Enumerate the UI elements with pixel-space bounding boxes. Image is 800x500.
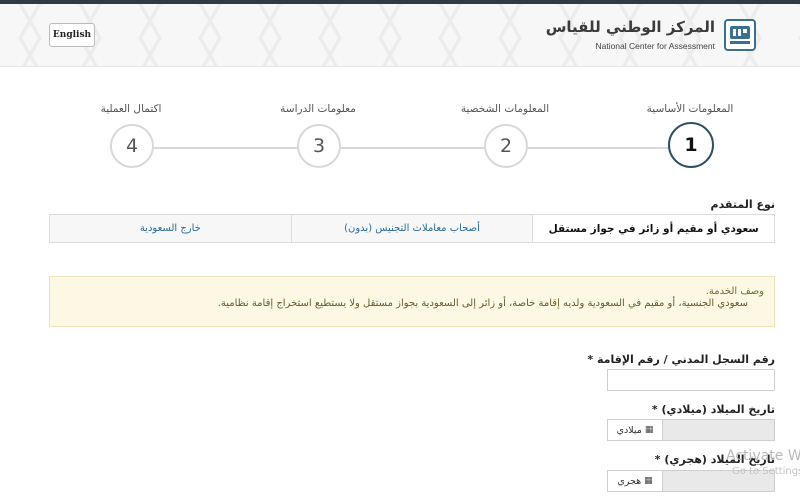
language-toggle-button[interactable]: English bbox=[49, 23, 95, 47]
id-number-label: رقم السجل المدني / رقم الإقامة * bbox=[587, 353, 775, 366]
service-description-notice: وصف الخدمة. سعودي الجنسية، أو مقيم في ال… bbox=[49, 276, 775, 327]
step-4-circle: 4 bbox=[110, 124, 154, 168]
dob-gregorian-label: تاريخ الميلاد (ميلادي) * bbox=[651, 403, 775, 416]
applicant-type-label: نوع المتقدم bbox=[710, 198, 775, 211]
step-label-1: المعلومات الأساسية bbox=[646, 103, 734, 115]
logo-title-english: National Center for Assessment bbox=[595, 41, 715, 51]
stepper-connector bbox=[152, 147, 688, 149]
step-2-circle: 2 bbox=[484, 124, 528, 168]
notice-text: سعودي الجنسية، أو مقيم في السعودية ولديه… bbox=[217, 298, 748, 309]
site-header: English المركز الوطني للقياس National Ce… bbox=[0, 4, 800, 67]
calendar-icon: ▦ bbox=[644, 476, 653, 486]
dob-gregorian-addon[interactable]: ▦ ميلادي bbox=[608, 420, 663, 440]
step-label-4: اكتمال العملية bbox=[100, 103, 162, 115]
dob-hijri-addon-label: هجري bbox=[617, 475, 642, 487]
step-label-2: المعلومات الشخصية bbox=[460, 103, 550, 115]
step-3-circle: 3 bbox=[297, 124, 341, 168]
tab-saudi-resident-visitor[interactable]: سعودي أو مقيم أو زائر في جواز مستقل bbox=[532, 215, 774, 242]
dob-gregorian-addon-label: ميلادي bbox=[616, 424, 642, 436]
notice-title: وصف الخدمة. bbox=[705, 286, 764, 297]
step-1-circle: 1 bbox=[668, 122, 714, 168]
logo-title-arabic: المركز الوطني للقياس bbox=[545, 18, 715, 36]
logo-mark-icon bbox=[724, 19, 756, 51]
tab-outside-saudi[interactable]: خارج السعودية bbox=[50, 215, 291, 242]
dob-hijri-addon[interactable]: ▦ هجري bbox=[608, 471, 663, 491]
id-number-input[interactable] bbox=[607, 369, 775, 391]
dob-gregorian-input[interactable]: ▦ ميلادي bbox=[607, 419, 775, 441]
step-label-3: معلومات الدراسة bbox=[280, 103, 356, 115]
windows-activation-subtext: Go to Settings t bbox=[732, 466, 800, 477]
tab-naturalization[interactable]: أصحاب معاملات التجنيس (بدون) bbox=[290, 215, 533, 242]
calendar-icon: ▦ bbox=[644, 425, 654, 435]
applicant-type-tabs: سعودي أو مقيم أو زائر في جواز مستقل أصحا… bbox=[49, 214, 775, 243]
windows-activation-watermark: Activate Wir bbox=[726, 448, 800, 464]
